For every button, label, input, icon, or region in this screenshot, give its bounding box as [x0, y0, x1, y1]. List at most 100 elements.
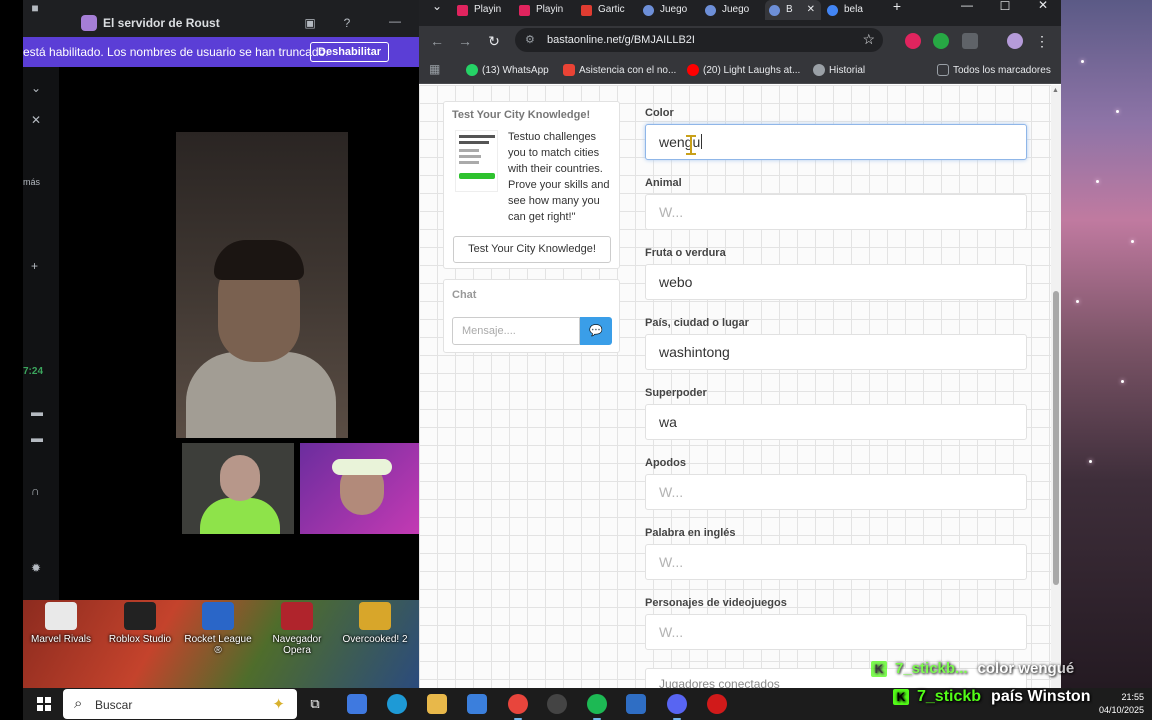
bookmark[interactable]: Asistencia con el no... [563, 64, 676, 76]
address-bar[interactable]: ⚙ bastaonline.net/g/BMJAILLB2I ☆ [515, 28, 883, 52]
copilot-icon[interactable] [347, 694, 367, 714]
rocket-league-icon [202, 602, 234, 630]
inbox-icon[interactable]: ▣ [302, 15, 318, 31]
bookmark[interactable]: Historial [813, 64, 865, 76]
page-scrollbar[interactable]: ▲ [1051, 85, 1061, 688]
call-timer: 7:24 [23, 366, 44, 377]
field-input-apodos[interactable]: W... [645, 474, 1027, 510]
tab[interactable]: Gartic [581, 0, 639, 20]
tab-active[interactable]: B ✕ [765, 0, 821, 20]
headset-icon[interactable]: ∩ [31, 484, 40, 498]
close-icon[interactable]: ✕ [31, 113, 41, 127]
url-text: bastaonline.net/g/BMJAILLB2I [547, 34, 695, 46]
tab-favicon [705, 4, 716, 16]
field-input-fruta[interactable]: webo [645, 264, 1027, 300]
stream-chat-message: K 7_stickb país Winston [893, 688, 1090, 706]
spotify-icon[interactable] [587, 694, 607, 720]
reload-icon[interactable]: ↻ [485, 32, 503, 50]
ad-button[interactable]: Test Your City Knowledge! [453, 236, 611, 263]
browser-toolbar: ← → ↻ ⚙ bastaonline.net/g/BMJAILLB2I ☆ ⋮ [419, 26, 1061, 56]
chat-input[interactable]: Mensaje.... [452, 317, 580, 345]
scroll-up-icon[interactable]: ▲ [1052, 87, 1059, 94]
copilot-sparkle-icon[interactable]: ✦ [272, 695, 285, 713]
video-tile-main[interactable] [176, 132, 348, 438]
field-input-superpoder[interactable]: wa [645, 404, 1027, 440]
tab[interactable]: bela [827, 0, 885, 20]
camera-icon[interactable]: ▬ [31, 405, 43, 419]
field-input-color[interactable]: wengu [645, 124, 1027, 160]
back-icon[interactable]: ← [428, 32, 446, 50]
tab-search-icon[interactable]: ⌄ [427, 0, 447, 13]
discord-icon[interactable] [667, 694, 687, 720]
field-label: Fruta o verdura [645, 247, 726, 259]
field-input-palabra[interactable]: W... [645, 544, 1027, 580]
forward-icon[interactable]: → [456, 32, 474, 50]
tab[interactable]: Playin [457, 0, 515, 20]
app-icon[interactable] [626, 694, 646, 714]
thumb-line [459, 155, 481, 158]
bookmark[interactable]: (13) WhatsApp [466, 64, 549, 76]
profile-avatar[interactable] [1007, 33, 1023, 49]
close-icon[interactable]: ✕ [1033, 0, 1053, 12]
send-button[interactable]: 💬 [580, 317, 612, 345]
maximize-icon[interactable]: ☐ [995, 0, 1015, 13]
edge-icon[interactable] [387, 694, 407, 714]
minimize-icon[interactable]: — [957, 0, 977, 12]
minimize-icon[interactable]: — [387, 13, 403, 29]
bookmark[interactable]: (20) Light Laughs at... [687, 64, 800, 76]
extension-icon[interactable] [933, 33, 949, 49]
video-tile-1[interactable] [182, 443, 294, 534]
site-info-icon[interactable]: ⚙ [525, 33, 535, 46]
desktop-icon[interactable]: Navegador Opera [259, 600, 335, 656]
scrollbar-thumb[interactable] [1053, 291, 1059, 585]
whatsapp-icon [466, 64, 478, 76]
tab[interactable]: Juego [643, 0, 701, 20]
windows-start-icon[interactable] [37, 697, 51, 711]
spark [1096, 180, 1099, 183]
desktop-icon[interactable]: Rocket League ® [180, 600, 256, 656]
extensions-puzzle-icon[interactable] [962, 33, 978, 49]
chrome-icon[interactable] [508, 694, 528, 720]
task-view-icon[interactable]: ⧉ [305, 694, 325, 714]
gear-icon[interactable]: ✹ [31, 561, 41, 575]
overcooked-icon [359, 602, 391, 630]
chevron-down-icon[interactable]: ⌄ [31, 81, 41, 95]
opera-icon[interactable] [707, 694, 727, 714]
bookmark-label: (13) WhatsApp [482, 64, 549, 76]
field-label: Superpoder [645, 387, 707, 399]
bookmark-star-icon[interactable]: ☆ [862, 31, 875, 48]
add-icon[interactable]: + [31, 259, 38, 273]
help-icon[interactable]: ? [339, 15, 355, 31]
kick-badge-icon: K [871, 661, 887, 677]
field-input-pais[interactable]: washintong [645, 334, 1027, 370]
video-icon[interactable]: ▬ [31, 431, 43, 445]
desktop-icon[interactable]: Marvel Rivals [23, 600, 99, 645]
new-tab-button[interactable]: + [887, 0, 907, 14]
system-clock[interactable]: 21:55 04/10/2025 [1099, 691, 1144, 717]
file-explorer-icon[interactable] [427, 694, 447, 714]
field-input-animal[interactable]: W... [645, 194, 1027, 230]
desktop-icon-label: Rocket League ® [184, 634, 252, 656]
obs-icon[interactable] [547, 694, 567, 714]
desktop-icon[interactable]: Overcooked! 2 [337, 600, 413, 645]
disable-button[interactable]: Deshabilitar [310, 42, 389, 62]
menu-icon[interactable]: ⋮ [1033, 32, 1051, 50]
gmail-icon [563, 64, 575, 76]
tab[interactable]: Playin [519, 0, 577, 20]
tab[interactable]: Juego [705, 0, 763, 20]
tab-close-icon[interactable]: ✕ [807, 3, 815, 17]
desktop-icon[interactable]: Roblox Studio [102, 600, 178, 645]
store-icon[interactable] [467, 694, 487, 714]
field-label: País, ciudad o lugar [645, 317, 749, 329]
field-input-personajes[interactable]: W... [645, 614, 1027, 650]
all-bookmarks[interactable]: Todos los marcadores [937, 64, 1051, 76]
chat-card: Chat Mensaje.... 💬 [443, 279, 620, 353]
tab-label: bela [844, 4, 863, 15]
taskbar-search[interactable]: ⌕ Buscar ✦ [63, 689, 297, 719]
apps-grid-icon[interactable]: ▦ [429, 62, 440, 76]
tab-favicon [643, 4, 654, 16]
text-caret [701, 134, 703, 149]
extension-icon[interactable] [905, 33, 921, 49]
video-tile-2[interactable] [300, 443, 419, 534]
field-label: Personajes de videojuegos [645, 597, 787, 609]
